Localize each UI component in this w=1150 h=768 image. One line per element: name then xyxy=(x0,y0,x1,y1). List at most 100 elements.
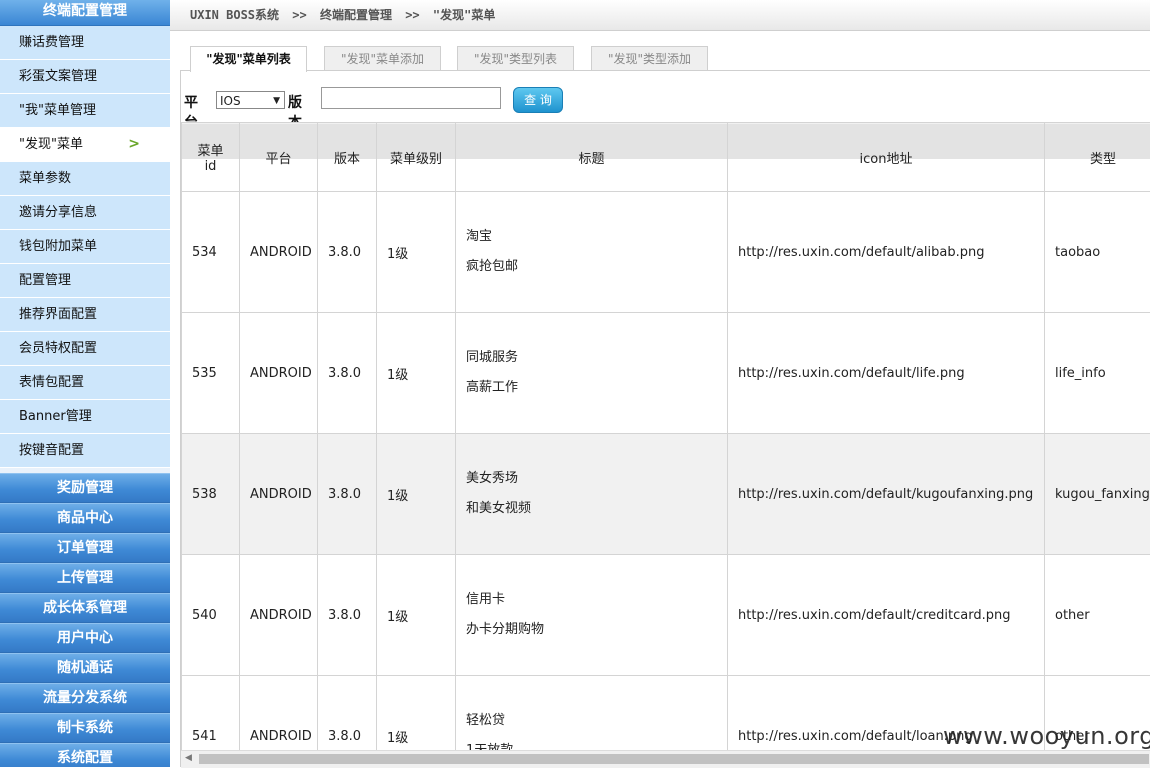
table-row: 535 ANDROID 3.8.0 1级 同城服务高薪工作 http://res… xyxy=(182,313,1150,434)
menu-table-container[interactable]: 菜单id 平台 版本 菜单级别 标题 icon地址 类型 534 ANDROID… xyxy=(181,122,1150,750)
breadcrumb-current: "发现"菜单 xyxy=(433,8,495,22)
sidebar-item-label: 邀请分享信息 xyxy=(19,205,97,220)
platform-select[interactable]: IOS ▼ xyxy=(216,91,285,109)
scrollbar-thumb[interactable] xyxy=(199,754,1149,764)
sidebar-item-wallet-menu[interactable]: 钱包附加菜单 xyxy=(0,230,170,264)
sidebar-category-uploads[interactable]: 上传管理 xyxy=(0,563,170,593)
sidebar-item-recommend[interactable]: 推荐界面配置 xyxy=(0,298,170,332)
cell-platform: ANDROID xyxy=(240,676,318,751)
cell-type: kugou_fanxing xyxy=(1045,434,1150,555)
sidebar-item-banner[interactable]: Banner管理 xyxy=(0,400,170,434)
table-row: 534 ANDROID 3.8.0 1级 淘宝疯抢包邮 http://res.u… xyxy=(182,192,1150,313)
sidebar-item-easter-egg[interactable]: 彩蛋文案管理 xyxy=(0,60,170,94)
tab-discover-type-add[interactable]: "发现"类型添加 xyxy=(591,46,708,71)
version-input[interactable] xyxy=(321,87,501,109)
sidebar-item-key-sound[interactable]: 按键音配置 xyxy=(0,434,170,468)
top-bar: UXIN BOSS系统 >> 终端配置管理 >> "发现"菜单 xyxy=(170,0,1150,31)
cell-version: 3.8.0 xyxy=(318,555,377,676)
title-main: 美女秀场 xyxy=(466,464,717,494)
sidebar-item-label: 会员特权配置 xyxy=(19,341,97,356)
breadcrumb: UXIN BOSS系统 >> 终端配置管理 >> "发现"菜单 xyxy=(190,6,501,23)
cell-type: other xyxy=(1045,555,1150,676)
sidebar-category-traffic[interactable]: 流量分发系统 xyxy=(0,683,170,713)
column-header-icon-url: icon地址 xyxy=(728,123,1045,192)
tab-discover-menu-add[interactable]: "发现"菜单添加 xyxy=(324,46,441,71)
cell-version: 3.8.0 xyxy=(318,434,377,555)
sidebar-item-config[interactable]: 配置管理 xyxy=(0,264,170,298)
cell-icon-url: http://res.uxin.com/default/kugoufanxing… xyxy=(728,434,1045,555)
column-header-level: 菜单级别 xyxy=(377,123,456,192)
title-sub: 高薪工作 xyxy=(466,373,717,403)
sidebar-item-label: 彩蛋文案管理 xyxy=(19,69,97,84)
title-main: 淘宝 xyxy=(466,222,717,252)
sidebar-category-orders[interactable]: 订单管理 xyxy=(0,533,170,563)
sidebar-item-label: 赚话费管理 xyxy=(19,35,84,50)
sidebar-item-label: 推荐界面配置 xyxy=(19,307,97,322)
cell-level: 1级 xyxy=(377,555,456,676)
sidebar-category-users[interactable]: 用户中心 xyxy=(0,623,170,653)
sidebar-item-label: "我"菜单管理 xyxy=(19,103,96,118)
sidebar: 终端配置管理 赚话费管理 彩蛋文案管理 "我"菜单管理 "发现"菜单> 菜单参数… xyxy=(0,0,170,767)
horizontal-scrollbar[interactable]: ◀ xyxy=(181,750,1150,768)
cell-type: taobao xyxy=(1045,192,1150,313)
column-header-platform: 平台 xyxy=(240,123,318,192)
sidebar-item-earn-credit[interactable]: 赚话费管理 xyxy=(0,26,170,60)
title-main: 轻松贷 xyxy=(466,706,717,736)
sidebar-category-products[interactable]: 商品中心 xyxy=(0,503,170,533)
cell-id: 535 xyxy=(182,313,240,434)
tab-discover-type-list[interactable]: "发现"类型列表 xyxy=(457,46,574,71)
tab-discover-menu-list[interactable]: "发现"菜单列表 xyxy=(190,46,307,72)
cell-version: 3.8.0 xyxy=(318,192,377,313)
sidebar-item-me-menu[interactable]: "我"菜单管理 xyxy=(0,94,170,128)
content-border xyxy=(180,70,1150,71)
sidebar-category-growth[interactable]: 成长体系管理 xyxy=(0,593,170,623)
cell-title: 美女秀场和美女视频 xyxy=(456,434,728,555)
column-header-title: 标题 xyxy=(456,123,728,192)
sidebar-section-title[interactable]: 终端配置管理 xyxy=(0,0,170,26)
title-sub: 办卡分期购物 xyxy=(466,615,717,645)
cell-version: 3.8.0 xyxy=(318,676,377,751)
sidebar-item-invite-share[interactable]: 邀请分享信息 xyxy=(0,196,170,230)
sidebar-item-discover-menu[interactable]: "发现"菜单> xyxy=(0,128,170,162)
cell-id: 540 xyxy=(182,555,240,676)
cell-icon-url: http://res.uxin.com/default/creditcard.p… xyxy=(728,555,1045,676)
cell-type: life_info xyxy=(1045,313,1150,434)
cell-level: 1级 xyxy=(377,313,456,434)
breadcrumb-separator: >> xyxy=(292,8,306,22)
breadcrumb-section[interactable]: 终端配置管理 xyxy=(320,8,392,22)
cell-id: 534 xyxy=(182,192,240,313)
cell-platform: ANDROID xyxy=(240,555,318,676)
sidebar-item-label: 钱包附加菜单 xyxy=(19,239,97,254)
cell-platform: ANDROID xyxy=(240,313,318,434)
cell-title: 信用卡办卡分期购物 xyxy=(456,555,728,676)
cell-id: 538 xyxy=(182,434,240,555)
cell-level: 1级 xyxy=(377,676,456,751)
cell-icon-url: http://res.uxin.com/default/alibab.png xyxy=(728,192,1045,313)
cell-title: 淘宝疯抢包邮 xyxy=(456,192,728,313)
sidebar-item-emoji[interactable]: 表情包配置 xyxy=(0,366,170,400)
sidebar-item-menu-params[interactable]: 菜单参数 xyxy=(0,162,170,196)
breadcrumb-separator: >> xyxy=(405,8,419,22)
platform-select-value: IOS xyxy=(220,94,241,108)
cell-id: 541 xyxy=(182,676,240,751)
cell-icon-url: http://res.uxin.com/default/life.png xyxy=(728,313,1045,434)
sidebar-category-card[interactable]: 制卡系统 xyxy=(0,713,170,743)
sidebar-item-label: "发现"菜单 xyxy=(19,137,83,152)
sidebar-category-random-call[interactable]: 随机通话 xyxy=(0,653,170,683)
sidebar-item-label: 菜单参数 xyxy=(19,171,71,186)
sidebar-item-label: Banner管理 xyxy=(19,409,92,424)
cell-version: 3.8.0 xyxy=(318,313,377,434)
title-sub: 疯抢包邮 xyxy=(466,252,717,282)
cell-title: 轻松贷1天放款 xyxy=(456,676,728,751)
query-button[interactable]: 查 询 xyxy=(513,87,563,113)
sidebar-item-vip[interactable]: 会员特权配置 xyxy=(0,332,170,366)
cell-level: 1级 xyxy=(377,192,456,313)
table-row: 538 ANDROID 3.8.0 1级 美女秀场和美女视频 http://re… xyxy=(182,434,1150,555)
cell-platform: ANDROID xyxy=(240,434,318,555)
breadcrumb-root[interactable]: UXIN BOSS系统 xyxy=(190,8,279,22)
sidebar-category-system[interactable]: 系统配置 xyxy=(0,743,170,767)
scroll-left-icon[interactable]: ◀ xyxy=(185,753,192,763)
sidebar-submenu: 赚话费管理 彩蛋文案管理 "我"菜单管理 "发现"菜单> 菜单参数 邀请分享信息… xyxy=(0,26,170,468)
dropdown-arrow-icon: ▼ xyxy=(273,92,280,110)
sidebar-category-rewards[interactable]: 奖励管理 xyxy=(0,473,170,503)
